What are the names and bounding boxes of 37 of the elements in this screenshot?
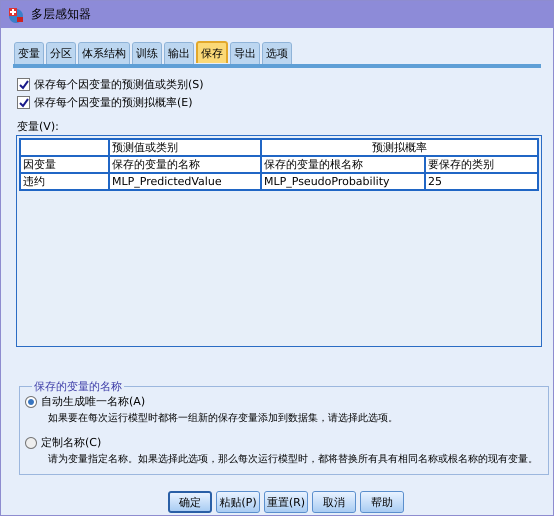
group-header-cell: 预测值或类别 — [109, 139, 261, 156]
checkbox-label: 保存每个因变量的预测值或类别(S) — [34, 77, 204, 92]
checkbox[interactable] — [17, 78, 30, 91]
app-icon — [7, 6, 25, 24]
group-title: 保存的变量的名称 — [33, 379, 123, 394]
radio-button[interactable] — [25, 436, 37, 448]
variables-label: 变量(V): — [17, 119, 60, 134]
column-header-cell: 要保存的类别 — [425, 156, 538, 173]
tab[interactable]: 分区 — [46, 42, 76, 64]
dialog-button[interactable]: 粘贴(P) — [216, 491, 260, 513]
table-cell[interactable]: MLP_PredictedValue — [109, 173, 261, 190]
column-header-cell: 因变量 — [20, 156, 109, 173]
radio-label: 自动生成唯一名称(A) — [41, 394, 146, 409]
tab[interactable]: 变量 — [14, 42, 44, 64]
tab[interactable]: 训练 — [132, 42, 162, 64]
tab[interactable]: 保存 — [196, 41, 228, 63]
window-title: 多层感知器 — [31, 6, 91, 23]
radio-label: 定制名称(C) — [41, 435, 102, 450]
tab[interactable]: 选项 — [262, 42, 292, 64]
table-cell[interactable]: 25 — [425, 173, 538, 190]
tab[interactable]: 输出 — [164, 42, 194, 64]
checkbox[interactable] — [17, 96, 30, 109]
radio-button[interactable] — [25, 396, 37, 408]
column-header-cell: 保存的变量的名称 — [109, 156, 261, 173]
checkbox-label: 保存每个因变量的预测拟概率(E) — [34, 95, 193, 110]
table-cell[interactable]: MLP_PseudoProbability — [261, 173, 425, 190]
tab[interactable]: 体系结构 — [78, 42, 130, 64]
column-header-cell: 保存的变量的根名称 — [261, 156, 425, 173]
dialog-button[interactable]: 帮助 — [360, 491, 404, 513]
tab[interactable]: 导出 — [230, 42, 260, 64]
dialog-button[interactable]: 取消 — [312, 491, 356, 513]
option-description: 请为变量指定名称。如果选择此选项，那么每次运行模型时，都将替换所有具有相同名称或根名称的现有变量。 — [48, 452, 538, 466]
dialog-button[interactable]: 确定 — [168, 491, 212, 513]
table-cell[interactable]: 违约 — [20, 173, 109, 190]
dialog-button[interactable]: 重置(R) — [264, 491, 308, 513]
group-header-cell: 预测拟概率 — [261, 139, 538, 156]
option-description: 如果要在每次运行模型时都将一组新的保存变量添加到数据集，请选择此选项。 — [48, 412, 399, 425]
